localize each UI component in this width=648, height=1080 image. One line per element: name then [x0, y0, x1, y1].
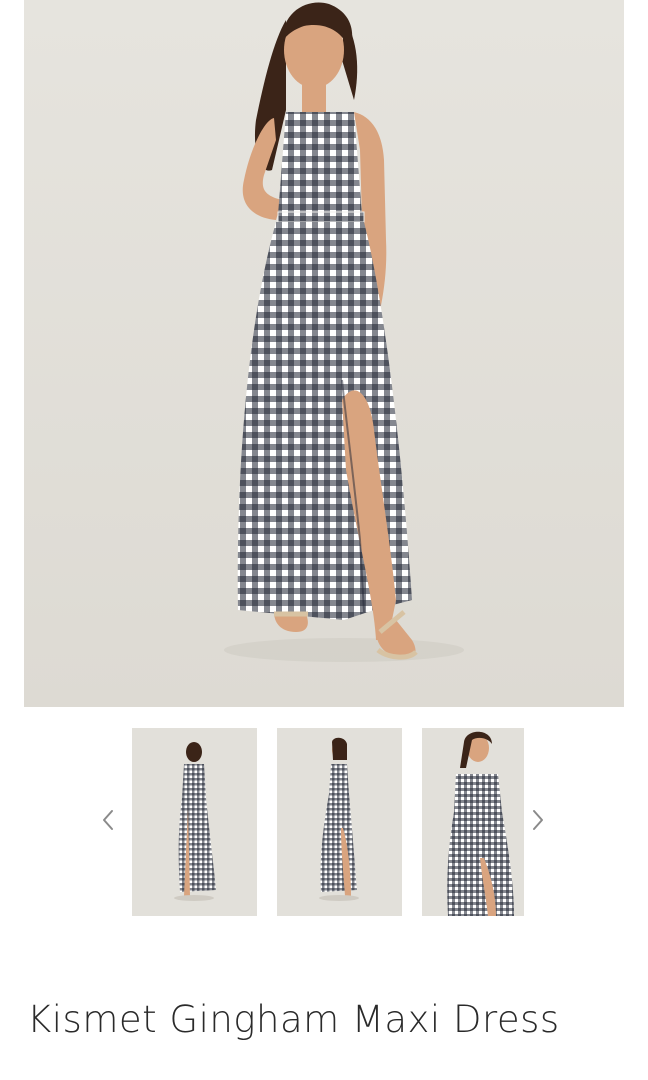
thumbnail-front-view[interactable] [277, 728, 402, 916]
product-page: Kismet Gingham Maxi Dress [0, 0, 648, 1080]
thumbnail-close-up-view[interactable] [422, 728, 524, 916]
thumbnail-strip [0, 728, 648, 916]
main-product-image[interactable] [24, 0, 624, 707]
chevron-right-icon[interactable] [524, 806, 552, 834]
chevron-left-icon[interactable] [94, 806, 122, 834]
thumbnail-back-view[interactable] [132, 728, 257, 916]
product-title: Kismet Gingham Maxi Dress [27, 998, 560, 1041]
